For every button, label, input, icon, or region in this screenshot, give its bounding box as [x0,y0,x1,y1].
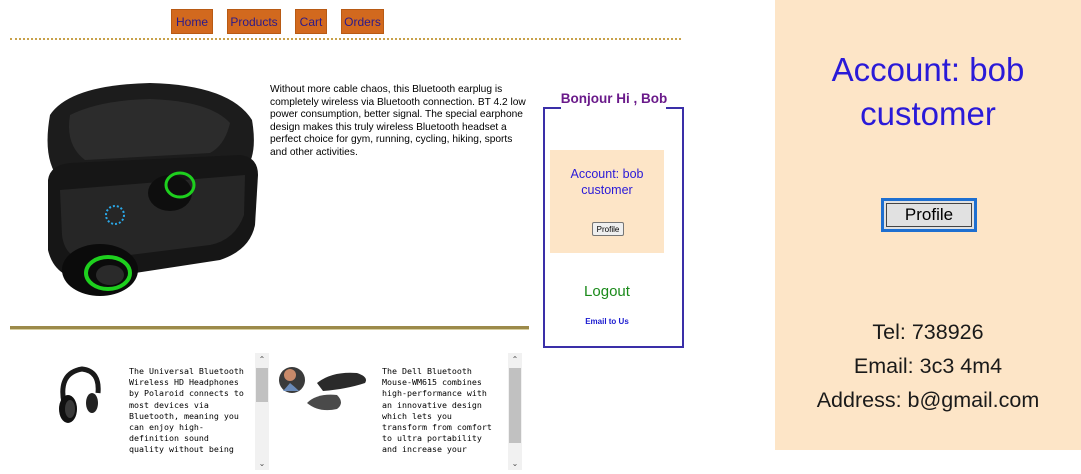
zoomed-profile-label: Profile [886,203,972,227]
account-label: Account: bob customer [550,166,664,198]
scroll-up-icon[interactable]: ⌃ [508,354,522,366]
account-line-2: customer [581,183,633,197]
zoomed-account-panel: Account: bob customer Profile Tel: 73892… [775,0,1081,450]
list-item: The Universal Bluetooth Wireless HD Head… [30,353,255,470]
middle-divider [10,326,529,330]
scroll-up-icon[interactable]: ⌃ [255,354,269,366]
email-us-link[interactable]: Email to Us [550,317,664,326]
mouse-image [279,367,366,411]
email-text: Email: 3c3 4m4 [853,354,1003,378]
zoomed-account-label: Account: bob customer [775,48,1081,136]
scroll-down-icon[interactable]: ⌄ [255,458,269,470]
list-item: The Dell Bluetooth Mouse-WM615 combines … [275,353,508,470]
account-line-1: Account: bob [570,167,644,181]
top-divider [10,38,681,40]
tel-text: Tel: 738926 [872,320,984,344]
product-description: Without more cable chaos, this Bluetooth… [270,84,526,158]
bluetooth-earbuds-image [47,83,258,296]
item-description: The Dell Bluetooth Mouse-WM615 combines … [382,366,492,455]
logout-link[interactable]: Logout [550,283,664,300]
nav-orders-button[interactable]: Orders [341,9,384,34]
contact-info: Tel: 738926 Email: 3c3 4m4 Address: b@gm… [775,315,1081,417]
zoomed-profile-button[interactable]: Profile [881,198,977,232]
item-1-scrollbar[interactable]: ⌃ ⌄ [255,353,269,470]
user-panel-top-right-border [666,107,684,109]
scroll-thumb[interactable] [256,368,268,402]
item-description: The Universal Bluetooth Wireless HD Head… [129,366,244,455]
user-panel-top-left-border [543,107,561,109]
greeting-heading: Bonjour Hi , Bob [556,91,672,107]
account-panel: Account: bob customer Profile [550,150,664,253]
nav-products-button[interactable]: Products [227,9,281,34]
profile-button[interactable]: Profile [592,222,624,236]
item-2-scrollbar[interactable]: ⌃ ⌄ [508,353,522,470]
headphones-image [59,366,101,423]
nav-cart-button[interactable]: Cart [295,9,327,34]
scroll-down-icon[interactable]: ⌄ [508,458,522,470]
nav-home-button[interactable]: Home [171,9,213,34]
scroll-thumb[interactable] [509,368,521,443]
zoomed-account-line-1: Account: bob [831,51,1025,88]
address-text: Address: b@gmail.com [816,388,1040,412]
zoomed-account-line-2: customer [860,95,996,132]
